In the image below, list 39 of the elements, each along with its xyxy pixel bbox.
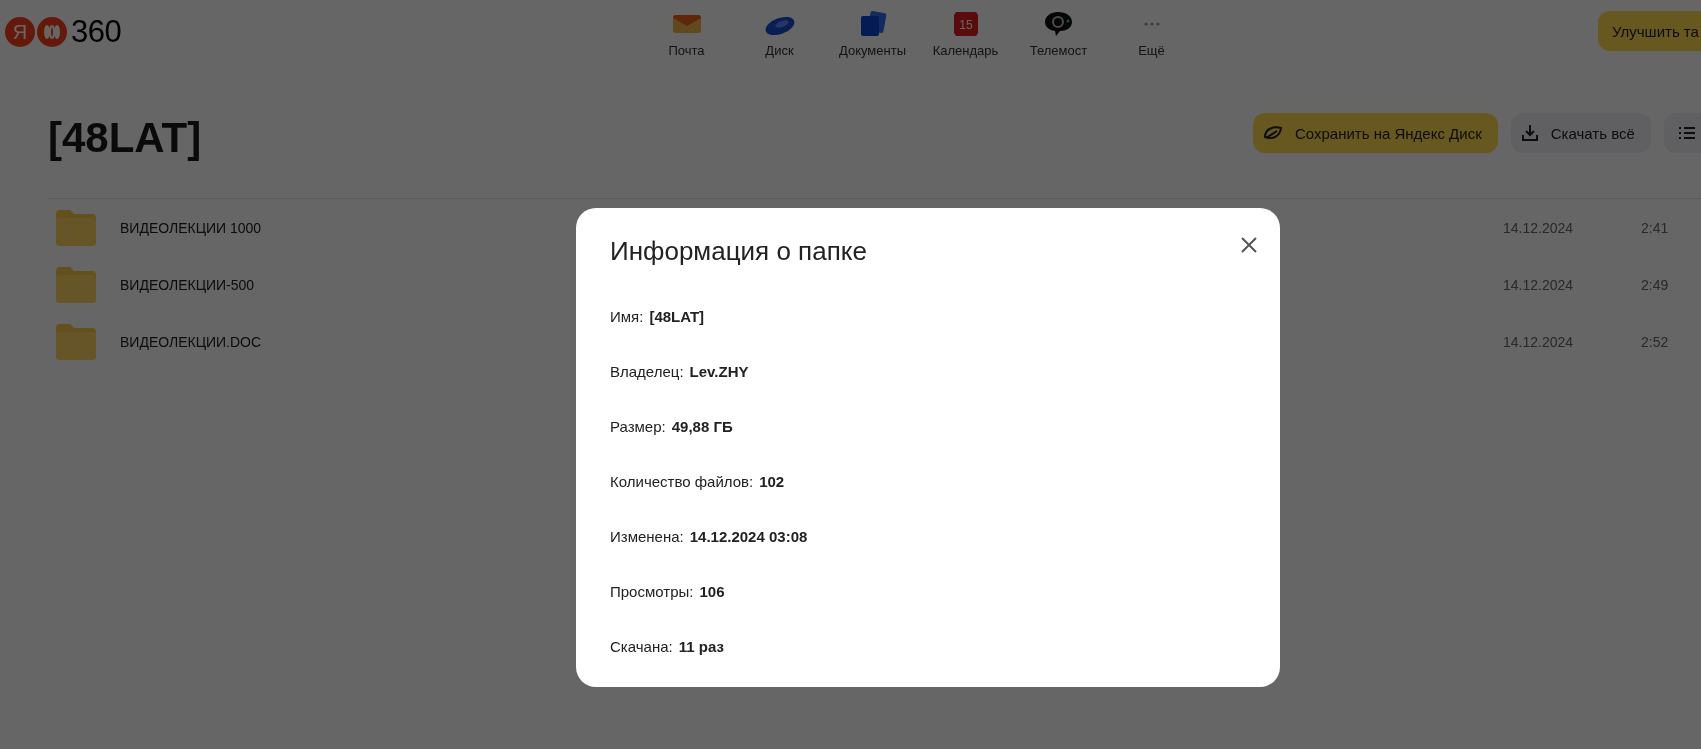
folder-title: [48LAT] [48,114,202,162]
file-date: 14.12.2024 [1503,219,1575,236]
dialog-title: Информация о папке [610,236,868,267]
service-link[interactable]: Телемост [1012,10,1105,58]
service-link[interactable]: Документы [826,10,919,58]
camera-bubble-icon [1043,11,1074,37]
info-field: Скачана: 11 раз [610,619,1246,674]
download-all-button[interactable]: Скачать всё [1510,113,1651,153]
folder-icon [54,321,98,362]
leaf-icon [1263,125,1283,141]
download-icon [1520,124,1539,142]
info-field: Количество файлов: 102 [610,454,1246,509]
service-link[interactable]: Почта [640,10,733,58]
save-to-disk-button[interactable]: Сохранить на Яндекс Диск [1253,113,1498,153]
service-link[interactable]: Ещё [1105,10,1198,58]
more-icon [1143,21,1160,27]
upgrade-button[interactable]: Улучшить та [1598,11,1701,51]
file-time: 2:41 [1641,219,1670,236]
logo-mark: Я [5,17,35,47]
folder-icon [54,207,98,248]
info-field: Изменена: 14.12.2024 03:08 [610,509,1246,564]
info-field: Владелец: Lev.ZHY [610,344,1246,399]
folder-icon [54,264,98,305]
info-field: Размер: 49,88 ГБ [610,399,1246,454]
file-date: 14.12.2024 [1503,276,1575,293]
file-date: 14.12.2024 [1503,333,1575,350]
list-view-button[interactable] [1663,113,1701,153]
logo-rings-icon [37,17,67,47]
service-link[interactable]: Диск [733,10,826,58]
info-field: Просмотры: 106 [610,564,1246,619]
file-time: 2:52 [1641,333,1670,350]
list-icon [1677,126,1696,140]
info-field: Имя: [48LAT] [610,289,1246,344]
calendar-icon: 15 [952,11,979,37]
envelope-icon [672,13,701,35]
documents-icon [858,11,887,37]
service-link[interactable]: 15 Календарь [919,10,1012,58]
logo-text: 360 [71,14,122,50]
file-time: 2:49 [1641,276,1670,293]
